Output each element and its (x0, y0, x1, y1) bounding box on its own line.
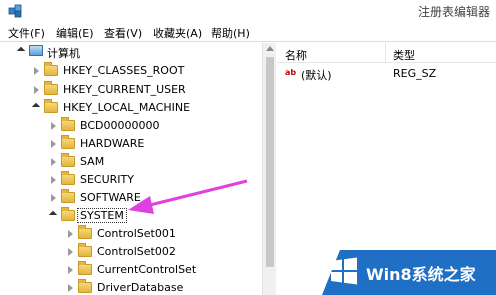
watermark-text: Win8系统之家 (366, 265, 476, 284)
watermark: Win8系统之家 (322, 250, 496, 295)
windows-logo-icon (331, 257, 357, 285)
